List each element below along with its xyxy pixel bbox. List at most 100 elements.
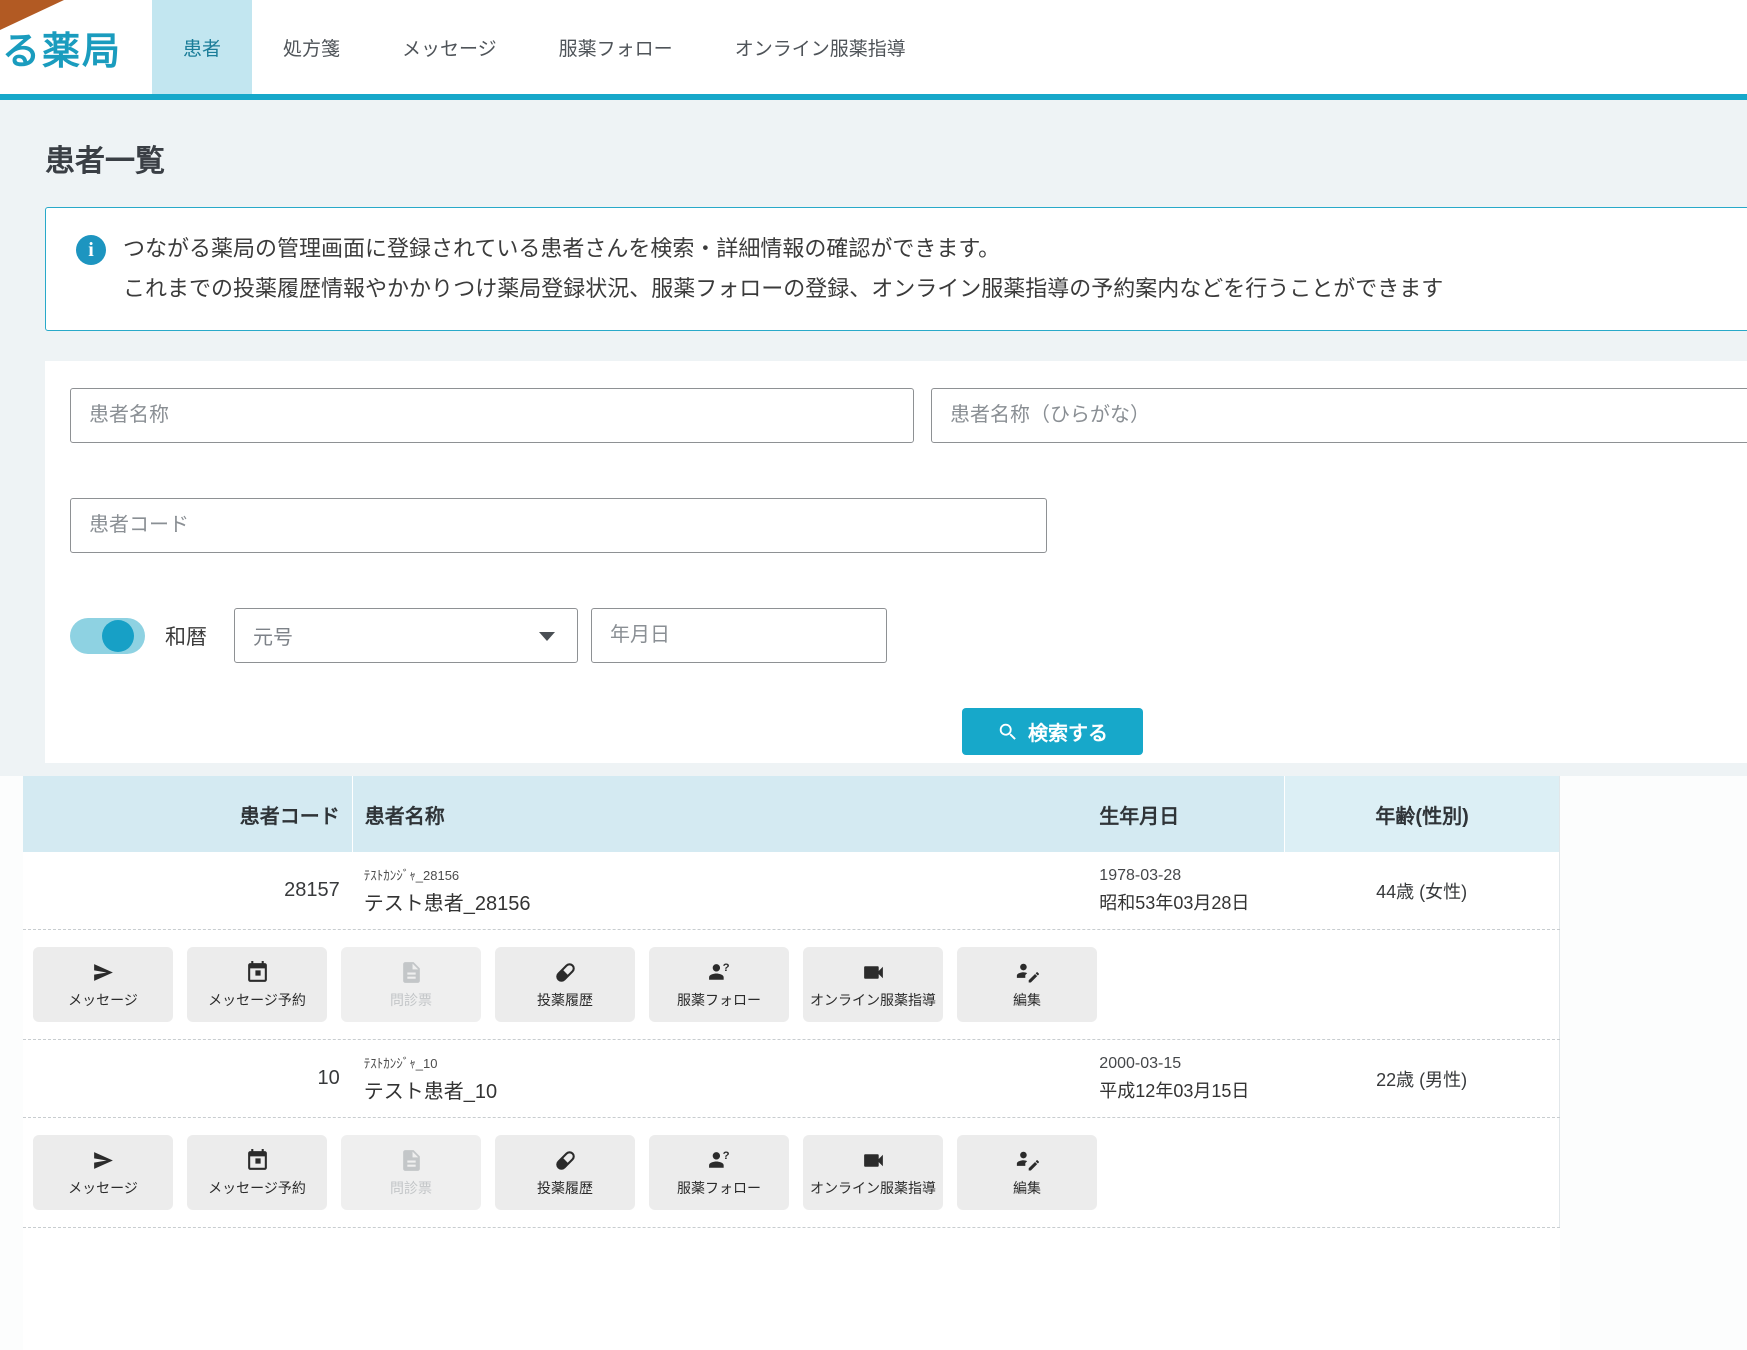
action-label: メッセージ予約 [208,1178,306,1198]
search-panel: 和暦 元号 検索する [45,361,1747,763]
col-header-name: 患者名称 [352,776,1088,852]
tab-online-guidance[interactable]: オンライン服薬指導 [704,0,937,94]
patient-code-input[interactable] [70,498,1047,553]
search-icon [997,721,1019,743]
tab-prescriptions[interactable]: 処方箋 [252,0,371,94]
patient-name: テスト患者_28156 [364,887,1088,916]
action-label: メッセージ [68,990,138,1010]
patient-row: 10 ﾃｽﾄｶﾝｼﾞｬ_10 テスト患者_10 2000-03-15 平成12年… [23,1040,1559,1117]
patient-age: 22歳 (男性) [1284,1066,1559,1092]
info-line-2: これまでの投薬履歴情報やかかりつけ薬局登録状況、服薬フォローの登録、オンライン服… [123,269,1443,309]
patient-code: 28157 [23,879,352,902]
message-reservation-button[interactable]: メッセージ予約 [187,1135,327,1210]
message-button[interactable]: メッセージ [33,1135,173,1210]
action-label: 問診票 [390,990,432,1010]
person-question-icon: ? [707,960,732,985]
online-guidance-button[interactable]: オンライン服薬指導 [803,947,943,1022]
patient-name-cell: ﾃｽﾄｶﾝｼﾞｬ_10 テスト患者_10 [352,1053,1088,1104]
nav-tabs: 患者 処方箋 メッセージ 服薬フォロー オンライン服薬指導 [152,0,937,94]
action-label: オンライン服薬指導 [810,1178,936,1198]
top-nav: る薬局 患者 処方箋 メッセージ 服薬フォロー オンライン服薬指導 [0,0,1747,94]
message-reservation-button[interactable]: メッセージ予約 [187,947,327,1022]
action-label: オンライン服薬指導 [810,990,936,1010]
video-camera-icon [861,1148,886,1173]
calendar-icon [245,960,270,985]
patient-row: 28157 ﾃｽﾄｶﾝｼﾞｬ_28156 テスト患者_28156 1978-03… [23,852,1559,929]
patient-birthdate-wareki: 昭和53年03月28日 [1099,889,1284,915]
col-header-age: 年齢(性別) [1284,776,1559,852]
tab-label: メッセージ [402,34,497,61]
action-label: 編集 [1013,1178,1041,1198]
patient-actions-row: メッセージ メッセージ予約 問診票 投薬履歴 ? 服薬フォロー オンライン服薬指… [23,930,1559,1039]
capsule-icon [553,960,578,985]
action-label: 服薬フォロー [677,990,761,1010]
questionnaire-button: 問診票 [341,947,481,1022]
action-label: 投薬履歴 [537,990,593,1010]
wareki-label: 和暦 [165,621,207,651]
patient-birth-cell: 1978-03-28 昭和53年03月28日 [1087,867,1284,915]
action-label: 編集 [1013,990,1041,1010]
svg-text:?: ? [722,961,729,973]
results-section: 患者コード 患者名称 生年月日 年齢(性別) 28157 ﾃｽﾄｶﾝｼﾞｬ_28… [0,776,1747,1350]
person-edit-icon [1015,960,1040,985]
action-label: 投薬履歴 [537,1178,593,1198]
medication-follow-button[interactable]: ? 服薬フォロー [649,947,789,1022]
tab-label: オンライン服薬指導 [735,34,906,61]
action-label: 問診票 [390,1178,432,1198]
col-header-code: 患者コード [23,776,352,852]
patient-code: 10 [23,1067,352,1090]
send-icon [91,1148,116,1173]
tab-messages[interactable]: メッセージ [371,0,528,94]
calendar-icon [245,1148,270,1173]
table-header-row: 患者コード 患者名称 生年月日 年齢(性別) [23,776,1559,852]
edit-button[interactable]: 編集 [957,1135,1097,1210]
info-line-1: つながる薬局の管理画面に登録されている患者さんを検索・詳細情報の確認ができます。 [123,229,1443,269]
medication-history-button[interactable]: 投薬履歴 [495,1135,635,1210]
tab-patients[interactable]: 患者 [152,0,252,94]
patient-age: 44歳 (女性) [1284,878,1559,904]
tab-medication-follow[interactable]: 服薬フォロー [528,0,704,94]
questionnaire-button: 問診票 [341,1135,481,1210]
online-guidance-button[interactable]: オンライン服薬指導 [803,1135,943,1210]
era-select[interactable]: 元号 [234,608,578,663]
era-select-value: 元号 [253,621,293,650]
patient-name-kana: ﾃｽﾄｶﾝｼﾞｬ_28156 [364,865,1088,884]
medication-follow-button[interactable]: ? 服薬フォロー [649,1135,789,1210]
col-header-birthdate: 生年月日 [1087,776,1284,852]
send-icon [91,960,116,985]
patients-table: 患者コード 患者名称 生年月日 年齢(性別) 28157 ﾃｽﾄｶﾝｼﾞｬ_28… [23,776,1560,1350]
action-label: メッセージ予約 [208,990,306,1010]
patient-birth-cell: 2000-03-15 平成12年03月15日 [1087,1055,1284,1103]
search-button[interactable]: 検索する [962,708,1143,755]
info-icon: i [76,235,106,265]
svg-text:?: ? [722,1149,729,1161]
edit-button[interactable]: 編集 [957,947,1097,1022]
patient-birthdate: 1978-03-28 [1099,867,1284,885]
patient-list-section: 患者一覧 i つながる薬局の管理画面に登録されている患者さんを検索・詳細情報の確… [0,136,1747,776]
caret-down-icon [539,632,555,641]
patient-name-input[interactable] [70,388,914,443]
tab-label: 処方箋 [283,34,340,61]
document-icon [399,960,424,985]
patient-name-cell: ﾃｽﾄｶﾝｼﾞｬ_28156 テスト患者_28156 [352,865,1088,916]
table-empty-space [23,1228,1560,1350]
patient-name-kana: ﾃｽﾄｶﾝｼﾞｬ_10 [364,1053,1088,1072]
medication-history-button[interactable]: 投薬履歴 [495,947,635,1022]
tab-label: 服薬フォロー [559,34,673,61]
wareki-toggle[interactable] [70,618,145,654]
patient-actions-row: メッセージ メッセージ予約 問診票 投薬履歴 ? 服薬フォロー オンライン服薬指… [23,1118,1559,1227]
wareki-toggle-knob [102,620,134,652]
patient-name: テスト患者_10 [364,1075,1088,1104]
date-input[interactable] [591,608,887,663]
patient-birthdate: 2000-03-15 [1099,1055,1284,1073]
info-banner: i つながる薬局の管理画面に登録されている患者さんを検索・詳細情報の確認ができま… [45,207,1747,331]
patient-kana-input[interactable] [931,388,1747,443]
action-label: 服薬フォロー [677,1178,761,1198]
tab-label: 患者 [183,34,221,61]
corner-ribbon [0,0,64,30]
message-button[interactable]: メッセージ [33,947,173,1022]
search-button-label: 検索する [1028,717,1108,746]
person-question-icon: ? [707,1148,732,1173]
header-accent-line [0,94,1747,100]
action-label: メッセージ [68,1178,138,1198]
